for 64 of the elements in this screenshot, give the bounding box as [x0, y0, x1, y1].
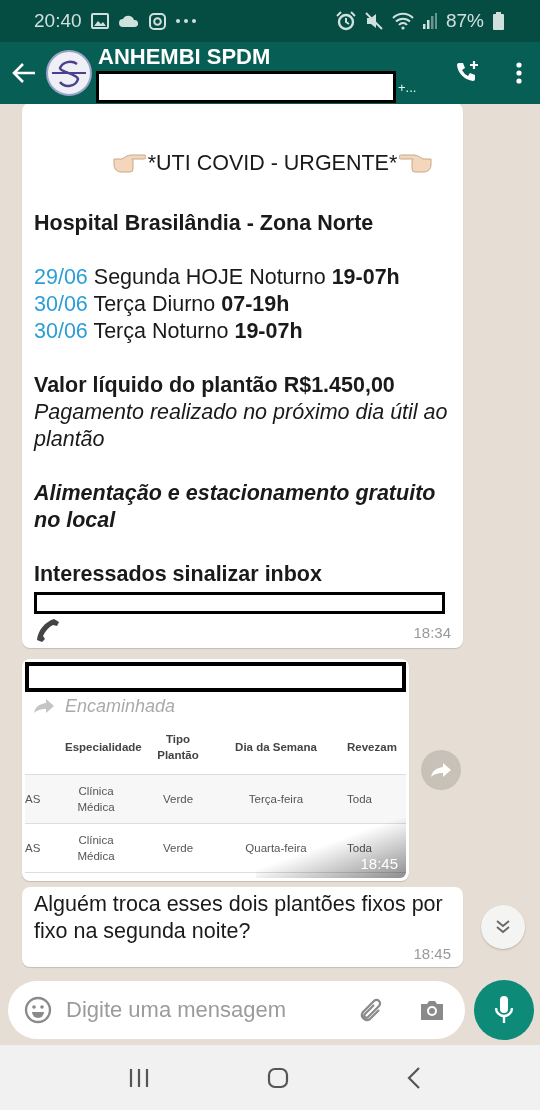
telephone-icon: [34, 618, 60, 642]
scroll-down-button[interactable]: [481, 905, 525, 949]
date-link[interactable]: 30/06: [34, 319, 88, 343]
wifi-icon: [391, 12, 414, 30]
date-link[interactable]: 29/06: [34, 265, 88, 289]
recent-apps-icon: [129, 1067, 149, 1088]
more-dots-icon: [174, 18, 197, 24]
message-time: 18:34: [413, 624, 451, 642]
table-cell-text: Verde: [161, 792, 195, 807]
smiley-icon: [24, 996, 52, 1024]
signal-icon: [422, 13, 437, 29]
message-time: 18:45: [413, 945, 451, 963]
message-input[interactable]: Digite uma mensagem: [8, 981, 465, 1039]
emoji-button[interactable]: [22, 994, 54, 1026]
back-arrow-icon: [12, 62, 36, 84]
clock-time: 20:40: [34, 10, 82, 32]
forward-arrow-icon: [33, 698, 55, 714]
column-header: Especialidade: [64, 740, 143, 755]
table-cell-text: Toda: [346, 841, 373, 856]
chat-title: ANHEMBI SPDM: [98, 44, 272, 70]
voice-record-button[interactable]: [474, 980, 534, 1040]
home-icon: [267, 1066, 289, 1089]
participants-text: +...: [398, 79, 417, 95]
schedule-line: 30/06 Terça Noturno 19-07h: [34, 318, 304, 345]
battery-icon: [493, 12, 504, 30]
camera-icon: [148, 12, 166, 30]
menu-icon: [516, 62, 522, 84]
cloud-icon: [117, 14, 140, 28]
table-cell-text: Verde: [161, 841, 195, 856]
camera-icon: [419, 999, 445, 1021]
message-text: Interessados sinalizar inbox: [34, 561, 323, 588]
forwarded-label: Encaminhada: [65, 695, 176, 718]
schedule-line: 29/06 Segunda HOJE Noturno 19-07h: [34, 264, 401, 291]
column-header: Revezam: [346, 740, 398, 755]
alarm-icon: [335, 11, 356, 31]
double-chevron-icon: [495, 919, 511, 935]
pointing-hand-icon: [399, 151, 434, 175]
column-header: Dia da Semana: [234, 740, 318, 755]
table-cell-text: Clínica Médica: [76, 833, 116, 864]
column-header: Tipo Plantão: [156, 732, 200, 763]
message-field[interactable]: Digite uma mensagem: [66, 997, 343, 1023]
message-text: Pagamento realizado no próximo dia útil ao plantão: [34, 399, 449, 453]
message-text: Hospital Brasilândia - Zona Norte: [34, 210, 375, 237]
pointing-hand-icon: [111, 151, 146, 175]
table-cell-text: Toda: [346, 792, 373, 807]
message-time: 18:45: [360, 855, 398, 873]
message-text: Alimentação e estacionamento gratuito no local: [34, 480, 437, 534]
message-text: Valor líquido do plantão R$1.450,00: [34, 372, 396, 399]
message-text: Alguém troca esses dois plantões fixos por fixo na segunda noite?: [34, 891, 444, 945]
message-heading: *UTI COVID - URGENTE*: [147, 149, 398, 177]
table-cell-text: AS: [25, 792, 42, 807]
schedule-line: 30/06 Terça Diurno 07-19h: [34, 291, 291, 318]
date-link[interactable]: 30/06: [34, 292, 88, 316]
forward-arrow-icon: [430, 762, 452, 778]
mute-icon: [364, 12, 383, 30]
back-chevron-icon: [407, 1066, 421, 1089]
table-cell-text: Clínica Médica: [76, 784, 116, 815]
table-cell-text: Terça-feira: [247, 792, 305, 807]
microphone-icon: [494, 995, 514, 1025]
avatar[interactable]: [46, 50, 92, 96]
battery-level: 87%: [445, 10, 484, 32]
table-cell-text: Quarta-feira: [244, 841, 308, 856]
table-cell-text: AS: [25, 841, 42, 856]
image-icon: [90, 13, 109, 29]
